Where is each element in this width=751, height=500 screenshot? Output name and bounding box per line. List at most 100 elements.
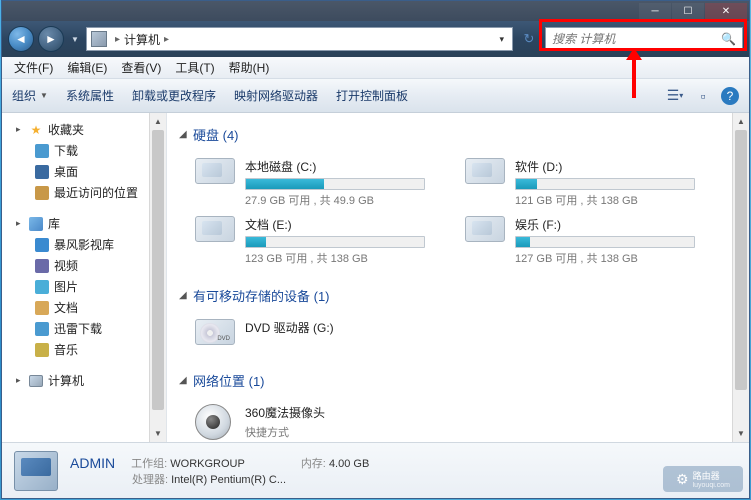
control-panel-button[interactable]: 打开控制面板 [336, 87, 408, 104]
search-icon[interactable]: 🔍 [721, 32, 736, 46]
map-drive-button[interactable]: 映射网络驱动器 [234, 87, 318, 104]
sidebar-item[interactable]: 下载 [2, 140, 166, 161]
drive-stat: 127 GB 可用 , 共 138 GB [515, 250, 723, 266]
details-cpu-label: 处理器: [132, 474, 168, 486]
drive-name: 文档 (E:) [245, 216, 453, 233]
navigation-bar: ◄ ► ▼ ▸ 计算机 ▸ ▾ ↻ 🔍 [2, 21, 749, 57]
drive-icon [465, 216, 507, 248]
sidebar-item-label: 下载 [54, 142, 78, 159]
scroll-down-icon[interactable]: ▼ [733, 425, 749, 442]
back-button[interactable]: ◄ [8, 26, 34, 52]
expand-icon: ▸ [16, 375, 26, 386]
drive-item[interactable]: 娱乐 (F:) 127 GB 可用 , 共 138 GB [459, 212, 729, 270]
address-dropdown[interactable]: ▾ [495, 34, 508, 45]
sidebar-item-label: 迅雷下载 [54, 320, 102, 337]
sidebar-item[interactable]: 视频 [2, 255, 166, 276]
drive-name: 本地磁盘 (C:) [245, 158, 453, 175]
star-icon: ★ [28, 122, 44, 138]
scroll-thumb[interactable] [152, 130, 164, 410]
sidebar-item[interactable]: 最近访问的位置 [2, 182, 166, 203]
address-bar[interactable]: ▸ 计算机 ▸ ▾ [86, 27, 513, 51]
sidebar-item[interactable]: 暴风影视库 [2, 234, 166, 255]
drive-item[interactable]: 软件 (D:)121 GB 可用 , 共 138 GB [459, 154, 729, 212]
item-icon [34, 164, 50, 180]
menu-edit[interactable]: 编辑(E) [61, 57, 113, 78]
scroll-thumb[interactable] [735, 130, 747, 390]
menu-file[interactable]: 文件(F) [8, 57, 59, 78]
category-header[interactable]: ◢硬盘 (4) [179, 121, 737, 148]
sidebar-group-库[interactable]: ▸库 [2, 213, 166, 234]
expand-icon: ▸ [16, 218, 26, 229]
collapse-icon: ◢ [179, 290, 189, 301]
drive-stat: 121 GB 可用 , 共 138 GB [515, 192, 723, 208]
menu-view[interactable]: 查看(V) [115, 57, 167, 78]
search-input[interactable] [552, 32, 721, 46]
drive-item[interactable]: 360魔法摄像头快捷方式950 字节 [189, 400, 459, 442]
search-box[interactable]: 🔍 [545, 27, 743, 51]
preview-pane-button[interactable]: ▫ [693, 86, 713, 106]
sidebar-scrollbar[interactable]: ▲ ▼ [149, 113, 166, 442]
drive-icon [195, 158, 237, 190]
view-options-button[interactable]: ☰▾ [665, 86, 685, 106]
drive-name: 娱乐 (F:) [515, 216, 723, 233]
body: ▸★收藏夹下载桌面最近访问的位置▸库暴风影视库视频图片文档迅雷下载音乐▸计算机 … [2, 113, 749, 442]
sidebar-item[interactable]: 文档 [2, 297, 166, 318]
item-icon [34, 258, 50, 274]
details-workgroup-label: 工作组: [131, 458, 167, 470]
sidebar-item-label: 图片 [54, 278, 78, 295]
item-icon [34, 300, 50, 316]
item-icon [34, 237, 50, 253]
sidebar-group-label: 计算机 [48, 372, 84, 389]
item-icon [34, 321, 50, 337]
refresh-button[interactable]: ↻ [517, 28, 541, 50]
nav-history-dropdown[interactable]: ▼ [68, 29, 82, 49]
drive-item[interactable]: 文档 (E:)123 GB 可用 , 共 138 GB [189, 212, 459, 270]
menu-tools[interactable]: 工具(T) [169, 57, 220, 78]
collapse-icon: ◢ [179, 129, 189, 140]
category-header[interactable]: ◢网络位置 (1) [179, 367, 737, 394]
item-icon [34, 185, 50, 201]
drive-icon [195, 404, 237, 436]
drive-item[interactable]: DVD 驱动器 (G:) [189, 315, 459, 355]
details-memory-label: 内存: [301, 458, 326, 470]
maximize-button[interactable]: ☐ [672, 3, 704, 19]
drive-subtitle: 快捷方式 [245, 424, 453, 440]
sidebar-item[interactable]: 迅雷下载 [2, 318, 166, 339]
titlebar: ─ ☐ ✕ [2, 1, 749, 21]
navigation-pane: ▸★收藏夹下载桌面最近访问的位置▸库暴风影视库视频图片文档迅雷下载音乐▸计算机 … [2, 113, 167, 442]
drive-item[interactable]: 本地磁盘 (C:)27.9 GB 可用 , 共 49.9 GB [189, 154, 459, 212]
content-scrollbar[interactable]: ▲ ▼ [732, 113, 749, 442]
scroll-down-icon[interactable]: ▼ [150, 425, 166, 442]
help-button[interactable]: ? [721, 87, 739, 105]
scroll-up-icon[interactable]: ▲ [733, 113, 749, 130]
sidebar-item[interactable]: 音乐 [2, 339, 166, 360]
category-header[interactable]: ◢有可移动存储的设备 (1) [179, 282, 737, 309]
sidebar-item-label: 暴风影视库 [54, 236, 114, 253]
sidebar-item-label: 桌面 [54, 163, 78, 180]
command-bar: 组织▼ 系统属性 卸载或更改程序 映射网络驱动器 打开控制面板 ☰▾ ▫ ? [2, 79, 749, 113]
watermark: ⚙ 路由器 luyouqi.com [663, 466, 743, 492]
sidebar-group-计算机[interactable]: ▸ 计算机 [2, 370, 166, 391]
drive-size: 950 字节 [245, 440, 453, 442]
sidebar-item-label: 文档 [54, 299, 78, 316]
uninstall-programs-button[interactable]: 卸载或更改程序 [132, 87, 216, 104]
forward-button[interactable]: ► [38, 26, 64, 52]
minimize-button[interactable]: ─ [639, 3, 671, 19]
close-button[interactable]: ✕ [705, 3, 747, 19]
sidebar-item[interactable]: 桌面 [2, 161, 166, 182]
drive-icon [195, 216, 237, 248]
breadcrumb-sep: ▸ [164, 34, 169, 45]
sidebar-item[interactable]: 图片 [2, 276, 166, 297]
sidebar-group-收藏夹[interactable]: ▸★收藏夹 [2, 119, 166, 140]
system-properties-button[interactable]: 系统属性 [66, 87, 114, 104]
item-icon [34, 279, 50, 295]
item-icon [34, 342, 50, 358]
content-pane: ◢硬盘 (4) 本地磁盘 (C:)27.9 GB 可用 , 共 49.9 GB软件… [167, 113, 749, 442]
organize-button[interactable]: 组织▼ [12, 87, 48, 104]
breadcrumb-item[interactable]: 计算机 [124, 31, 160, 48]
scroll-up-icon[interactable]: ▲ [150, 113, 166, 130]
breadcrumb-sep: ▸ [115, 34, 120, 45]
collapse-icon: ◢ [179, 375, 189, 386]
menu-help[interactable]: 帮助(H) [223, 57, 276, 78]
capacity-bar [515, 236, 695, 248]
